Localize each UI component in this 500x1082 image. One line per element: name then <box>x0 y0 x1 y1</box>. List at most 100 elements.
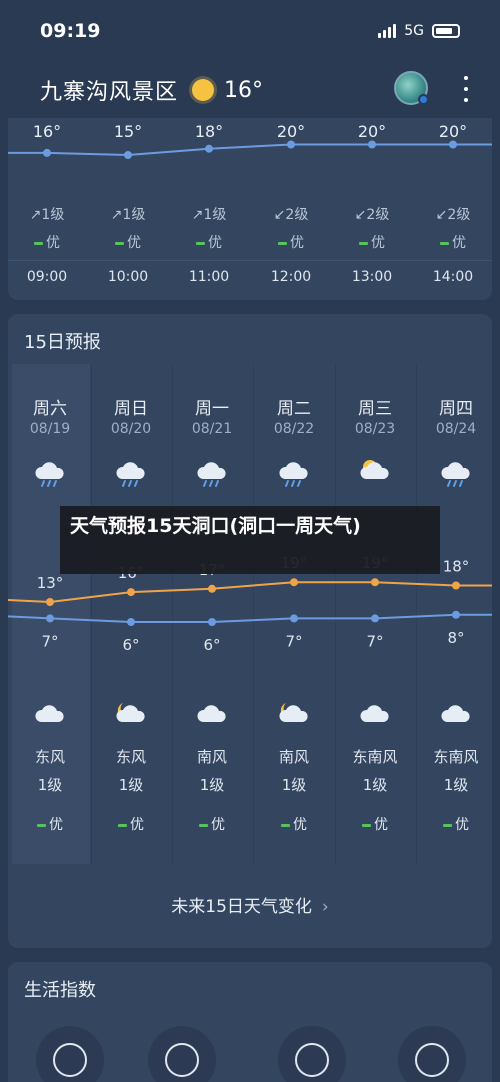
low-temp-label: 8° <box>447 629 464 647</box>
current-temp: 16° <box>224 77 264 103</box>
aq-good-icon <box>278 241 287 245</box>
cloud-icon <box>34 700 66 730</box>
hourly-time: 13:00 <box>351 269 393 285</box>
day-aq: 优 <box>91 814 171 834</box>
high-temp-point <box>290 578 298 587</box>
aq-good-icon <box>443 823 452 827</box>
signal-icon <box>378 24 397 38</box>
car-wash-icon[interactable] <box>148 1026 216 1082</box>
hourly-time: 12:00 <box>270 269 312 285</box>
more-menu-icon[interactable] <box>460 76 472 102</box>
day-date: 08/20 <box>110 421 152 437</box>
day-wind-direction: 南风 <box>278 748 309 766</box>
aq-good-icon <box>440 241 449 245</box>
hourly-temp-point <box>287 140 295 149</box>
hourly-time: 10:00 <box>107 269 149 285</box>
hourly-temp-label: 18° <box>194 122 224 141</box>
sun-cloud-icon <box>359 457 391 487</box>
hourly-aq: 优 <box>418 232 488 252</box>
future-link-label: 未来15日天气变化 <box>171 897 312 917</box>
hourly-aq: 优 <box>256 232 326 252</box>
low-temp-point <box>46 614 54 623</box>
hourly-temp-label: 20° <box>276 122 306 141</box>
day-wind-level: 1级 <box>199 776 225 794</box>
status-icons: 5G <box>378 23 460 39</box>
rain-cloud-icon <box>115 457 147 487</box>
clothing-icon[interactable] <box>36 1026 104 1082</box>
day-wind-level: 1级 <box>118 776 144 794</box>
hourly-aq-label: 优 <box>127 235 141 251</box>
day-name: 周日 <box>114 399 148 419</box>
daily-temp-chart: 13°7°16°6°17°6°19°7°19°7°18°8° <box>7 554 492 654</box>
wind-direction-icon: ↗ <box>191 207 204 223</box>
aq-good-icon <box>196 241 205 245</box>
hourly-aq: 优 <box>12 232 82 252</box>
hourly-aq: 优 <box>174 232 244 252</box>
day-aq-label: 优 <box>211 817 225 833</box>
moon-cloud-icon <box>115 700 147 730</box>
day-date: 08/22 <box>273 421 315 437</box>
high-temp-point <box>208 584 216 593</box>
rain-cloud-icon <box>440 457 472 487</box>
low-temp-point <box>290 614 298 623</box>
hourly-wind: ↗1级 <box>174 204 244 224</box>
chevron-right-icon: › <box>321 897 329 917</box>
low-temp-label: 6° <box>203 636 220 654</box>
low-temp-label: 7° <box>41 632 58 650</box>
hourly-divider <box>8 260 492 261</box>
aq-good-icon <box>281 823 290 827</box>
hourly-temp-label: 20° <box>357 122 387 141</box>
hourly-aq-label: 优 <box>208 235 222 251</box>
future-15day-link[interactable]: 未来15日天气变化 › <box>8 892 492 917</box>
day-name: 周六 <box>33 399 67 419</box>
day-aq-label: 优 <box>293 817 307 833</box>
day-name: 周二 <box>277 399 311 419</box>
sport-icon[interactable] <box>278 1026 346 1082</box>
hourly-wind: ↙2级 <box>256 204 326 224</box>
hourly-aq-label: 优 <box>371 235 385 251</box>
low-temp-label: 6° <box>122 636 139 654</box>
hourly-temp-point <box>368 140 376 149</box>
day-aq: 优 <box>10 814 90 834</box>
hourly-wind: ↙2级 <box>337 204 407 224</box>
daily-title: 15日预报 <box>24 332 101 353</box>
sun-icon <box>192 79 215 101</box>
day-date: 08/21 <box>191 421 233 437</box>
uv-icon[interactable] <box>398 1026 466 1082</box>
network-label: 5G <box>404 23 424 39</box>
hourly-time: 14:00 <box>432 269 474 285</box>
cloud-icon <box>440 700 472 730</box>
hourly-forecast-card: 16° ↗1级优 09:00 15° ↗1级优 10:00 18° ↗1级优 11:00 20° ↙… <box>8 118 492 300</box>
day-wind-direction: 东风 <box>34 748 65 766</box>
high-temp-label: 18° <box>443 558 470 576</box>
low-temp-label: 7° <box>285 632 302 650</box>
aq-good-icon <box>199 823 208 827</box>
wind-direction-icon: ↙ <box>273 207 286 223</box>
aq-good-icon <box>115 241 124 245</box>
day-aq: 优 <box>416 814 496 834</box>
life-index-card: 生活指数 <box>8 962 492 1082</box>
hourly-temp-label: 20° <box>438 122 468 141</box>
hourly-temp-point <box>205 144 213 153</box>
hourly-aq-label: 优 <box>46 235 60 251</box>
aq-good-icon <box>34 241 43 245</box>
avatar[interactable] <box>394 71 429 105</box>
day-wind-level: 1级 <box>281 776 307 794</box>
hourly-temp-point <box>43 148 51 157</box>
aq-good-icon <box>37 823 46 827</box>
location-title[interactable]: 九寨沟风景区 <box>40 74 178 106</box>
rain-cloud-icon <box>278 457 310 487</box>
hourly-wind-level: 2级 <box>366 207 390 223</box>
hourly-temp-line <box>8 143 492 157</box>
day-wind-direction: 东风 <box>115 748 146 766</box>
status-time: 09:19 <box>40 20 101 42</box>
day-wind-direction: 南风 <box>196 748 227 766</box>
day-aq-label: 优 <box>374 817 388 833</box>
hourly-wind-level: 2级 <box>447 207 471 223</box>
day-wind-direction: 东南风 <box>352 748 398 766</box>
location-header: 九寨沟风景区 16° <box>0 62 500 118</box>
day-date: 08/23 <box>354 421 396 437</box>
day-wind-level: 1级 <box>362 776 388 794</box>
live-badge-icon <box>418 94 429 105</box>
high-temp-label: 13° <box>37 574 64 592</box>
